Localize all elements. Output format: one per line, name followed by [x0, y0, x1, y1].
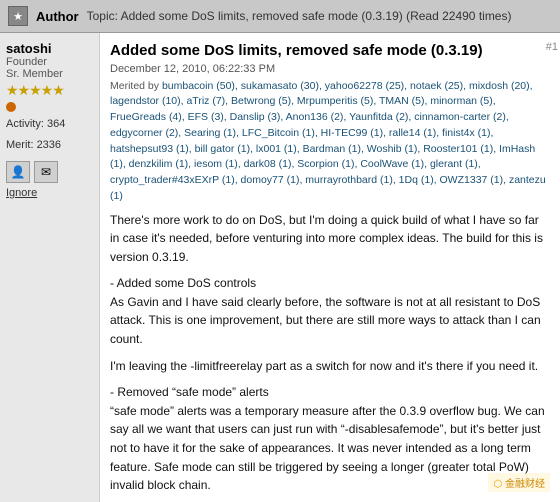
- ignore-button[interactable]: Ignore: [6, 187, 93, 199]
- forum-icon: ★: [8, 6, 28, 26]
- sidebar-online-dot: [6, 102, 16, 112]
- topic-text: Topic: Added some DoS limits, removed sa…: [87, 9, 552, 23]
- message-button[interactable]: ✉: [34, 161, 58, 183]
- post-paragraph-2: - Added some DoS controlsAs Gavin and I …: [110, 274, 550, 348]
- main-layout: satoshi Founder Sr. Member ★★★★★ Activit…: [0, 33, 560, 502]
- post-content: #1 Added some DoS limits, removed safe m…: [100, 33, 560, 502]
- merited-users: bumbacoin (50), sukamasato (30), yahoo62…: [110, 80, 546, 202]
- post-number: #1: [546, 41, 558, 53]
- sidebar-merit: Merit: 2336: [6, 137, 93, 154]
- activity-label: Activity:: [6, 118, 44, 130]
- sidebar-stars: ★★★★★: [6, 82, 93, 99]
- merit-value: 2336: [37, 139, 61, 151]
- post-paragraph-4: - Removed “safe mode” alerts“safe mode” …: [110, 383, 550, 495]
- author-label: Author: [36, 9, 79, 24]
- post-paragraph-1: There's more work to do on DoS, but I'm …: [110, 211, 550, 267]
- post-paragraph-3: I'm leaving the -limitfreerelay part as …: [110, 357, 550, 376]
- profile-button[interactable]: 👤: [6, 161, 30, 183]
- sidebar: satoshi Founder Sr. Member ★★★★★ Activit…: [0, 33, 100, 502]
- sidebar-actions: 👤 ✉: [6, 161, 93, 183]
- merit-label: Merit:: [6, 139, 34, 151]
- post-body: There's more work to do on DoS, but I'm …: [110, 211, 550, 502]
- merited-line: Merited by bumbacoin (50), sukamasato (3…: [110, 79, 550, 205]
- sidebar-activity: Activity: 364: [6, 116, 93, 133]
- merited-prefix: Merited by: [110, 80, 159, 92]
- sidebar-role1: Founder: [6, 56, 93, 68]
- activity-value: 364: [47, 118, 65, 130]
- sidebar-username: satoshi: [6, 41, 93, 56]
- post-date: December 12, 2010, 06:22:33 PM: [110, 63, 550, 75]
- sidebar-role2: Sr. Member: [6, 68, 93, 80]
- top-bar: ★ Author Topic: Added some DoS limits, r…: [0, 0, 560, 33]
- post-title: Added some DoS limits, removed safe mode…: [110, 41, 550, 61]
